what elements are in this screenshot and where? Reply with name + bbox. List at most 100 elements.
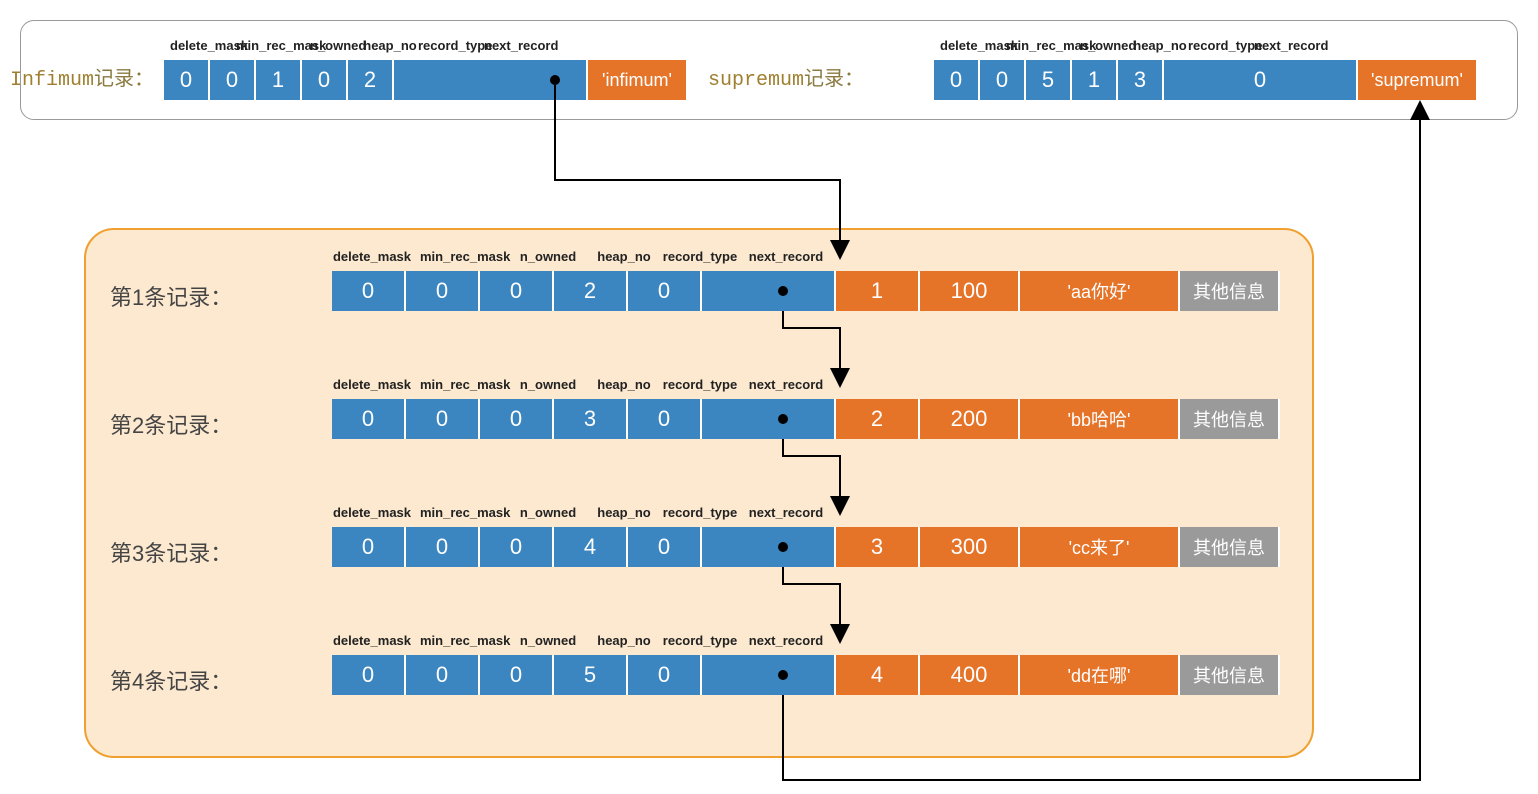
row-header-cell: 0 [332,399,406,439]
col-head: record_type [1188,38,1254,53]
col-head: min_rec_mask [1006,38,1080,53]
row-header-cell [702,399,836,439]
col-head: min_rec_mask [236,38,310,53]
col-head: record_type [418,38,484,53]
row-header-cell: 0 [406,527,480,567]
supremum-suffix: 记录： [804,68,864,90]
row-header-cell: 0 [406,399,480,439]
row-data-cell: 4 [836,655,920,695]
col-head: heap_no [1132,38,1188,53]
col-head: record_type [660,249,740,264]
row-label: 第3条记录： [110,536,232,568]
col-head: n_owned [508,249,588,264]
infimum-record-type: 2 [348,60,394,100]
row-label: 第2条记录： [110,408,232,440]
link-dot [778,670,788,680]
row-data-cell: 'dd在哪' [1020,655,1180,695]
supremum-n-owned: 5 [1026,60,1072,100]
col-head: delete_mask [332,377,412,392]
link-dot [778,286,788,296]
row-header-cell: 4 [554,527,628,567]
infimum-heap-no: 0 [302,60,348,100]
col-head: record_type [660,377,740,392]
row-header-cell: 0 [480,271,554,311]
row-other-cell: 其他信息 [1180,527,1280,567]
col-head: heap_no [584,249,664,264]
row-header-cell: 0 [628,399,702,439]
row-other-cell: 其他信息 [1180,399,1280,439]
row-header-cell: 0 [480,527,554,567]
col-head: next_record [484,38,548,53]
supremum-record-type: 3 [1118,60,1164,100]
link-dot [550,75,560,85]
col-head: min_rec_mask [420,505,500,520]
row-header-cell: 0 [628,527,702,567]
col-head: delete_mask [170,38,236,53]
row-header-cell: 0 [628,271,702,311]
row-data-cell: 300 [920,527,1020,567]
col-head: delete_mask [940,38,1006,53]
row-label: 第4条记录： [110,664,232,696]
row-header-cell: 2 [554,271,628,311]
infimum-data: 'infimum' [588,60,688,100]
col-head: n_owned [1080,38,1132,53]
col-head: min_rec_mask [420,377,500,392]
row-label: 第1条记录： [110,280,232,312]
row-header-cell [702,655,836,695]
row-header-cell: 0 [628,655,702,695]
col-head: next_record [746,505,826,520]
row-data-cell: 3 [836,527,920,567]
supremum-delete-mask: 0 [934,60,980,100]
col-head: n_owned [310,38,362,53]
row-data-cell: 200 [920,399,1020,439]
col-head: n_owned [508,505,588,520]
infimum-min-rec-mask: 0 [210,60,256,100]
row-header-cell: 5 [554,655,628,695]
row-header-cell: 0 [332,527,406,567]
row-other-cell: 其他信息 [1180,655,1280,695]
row-header-cell: 0 [480,399,554,439]
row-header-cell [702,271,836,311]
supremum-min-rec-mask: 0 [980,60,1026,100]
col-head: next_record [746,249,826,264]
supremum-prefix: supremum [708,69,804,92]
supremum-heap-no: 1 [1072,60,1118,100]
infimum-n-owned: 1 [256,60,302,100]
link-dot [778,542,788,552]
col-head: heap_no [584,377,664,392]
row-header-cell: 0 [332,271,406,311]
row-data-cell: 1 [836,271,920,311]
row-data-cell: 'cc来了' [1020,527,1180,567]
row-header-cell: 0 [406,271,480,311]
infimum-suffix: 记录： [94,68,154,90]
infimum-record-label: Infimum记录： [10,62,154,92]
link-dot [778,414,788,424]
col-head: n_owned [508,377,588,392]
supremum-record-label: supremum记录： [708,62,864,92]
col-head: delete_mask [332,505,412,520]
col-head: record_type [660,505,740,520]
infimum-delete-mask: 0 [164,60,210,100]
row-other-cell: 其他信息 [1180,271,1280,311]
col-head: min_rec_mask [420,249,500,264]
col-head: heap_no [584,633,664,648]
row-data-cell: 2 [836,399,920,439]
row-header-cell: 0 [332,655,406,695]
row-header-cell: 0 [480,655,554,695]
col-head: delete_mask [332,249,412,264]
row-header-cell [702,527,836,567]
row-data-cell: 400 [920,655,1020,695]
row-header-cell: 0 [406,655,480,695]
row-header-cell: 3 [554,399,628,439]
col-head: record_type [660,633,740,648]
col-head: next_record [746,377,826,392]
col-head: next_record [746,633,826,648]
row-data-cell: 100 [920,271,1020,311]
supremum-next-record: 0 [1164,60,1358,100]
col-head: next_record [1254,38,1318,53]
col-head: heap_no [362,38,418,53]
col-head: delete_mask [332,633,412,648]
row-data-cell: 'bb哈哈' [1020,399,1180,439]
col-head: heap_no [584,505,664,520]
col-head: min_rec_mask [420,633,500,648]
